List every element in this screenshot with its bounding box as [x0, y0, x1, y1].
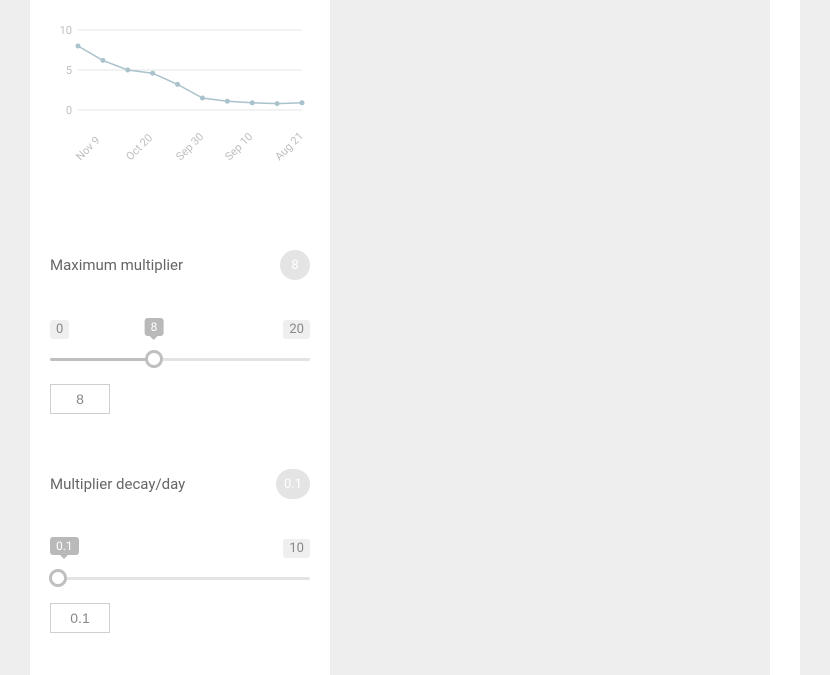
max-multiplier-group: Maximum multiplier 8 0 8 20: [50, 250, 310, 414]
max-multiplier-value-bubble: 8: [145, 318, 164, 336]
sidebar: 0 5 10 Nov 9 Oct 20 Sep 30 Sep 10 Aug 21 Maxim…: [30, 0, 330, 675]
max-multiplier-max-label: 20: [283, 320, 310, 339]
max-multiplier-badge: 8: [280, 250, 310, 280]
svg-text:5: 5: [66, 64, 72, 77]
max-multiplier-label: Maximum multiplier: [50, 256, 183, 274]
decay-group: Multiplier decay/day 0.1 0.1 . 10: [50, 469, 310, 633]
content-area: [330, 0, 770, 675]
chart-x-label: Oct 20: [123, 131, 155, 163]
chart-x-label: Nov 9: [73, 134, 102, 163]
decay-label: Multiplier decay/day: [50, 475, 185, 493]
decay-slider-thumb[interactable]: [49, 569, 67, 587]
decay-value-bubble: 0.1: [50, 537, 79, 555]
svg-text:0: 0: [66, 104, 72, 117]
decay-max-label: 10: [283, 539, 310, 558]
max-multiplier-slider-thumb[interactable]: [145, 350, 163, 368]
multiplier-chart: 0 5 10 Nov 9 Oct 20 Sep 30 Sep 10 Aug 21: [50, 20, 310, 180]
decay-input[interactable]: [50, 603, 110, 633]
right-edge: [770, 0, 800, 675]
decay-slider[interactable]: [50, 568, 310, 588]
decay-badge: 0.1: [276, 469, 310, 499]
max-multiplier-min-label: 0: [50, 320, 69, 339]
max-multiplier-slider[interactable]: [50, 349, 310, 369]
max-multiplier-input[interactable]: [50, 384, 110, 414]
svg-text:10: 10: [60, 24, 72, 37]
chart-x-label: Sep 30: [173, 130, 206, 163]
chart-x-label: Sep 10: [223, 130, 256, 163]
chart-x-label: Aug 21: [273, 130, 307, 164]
